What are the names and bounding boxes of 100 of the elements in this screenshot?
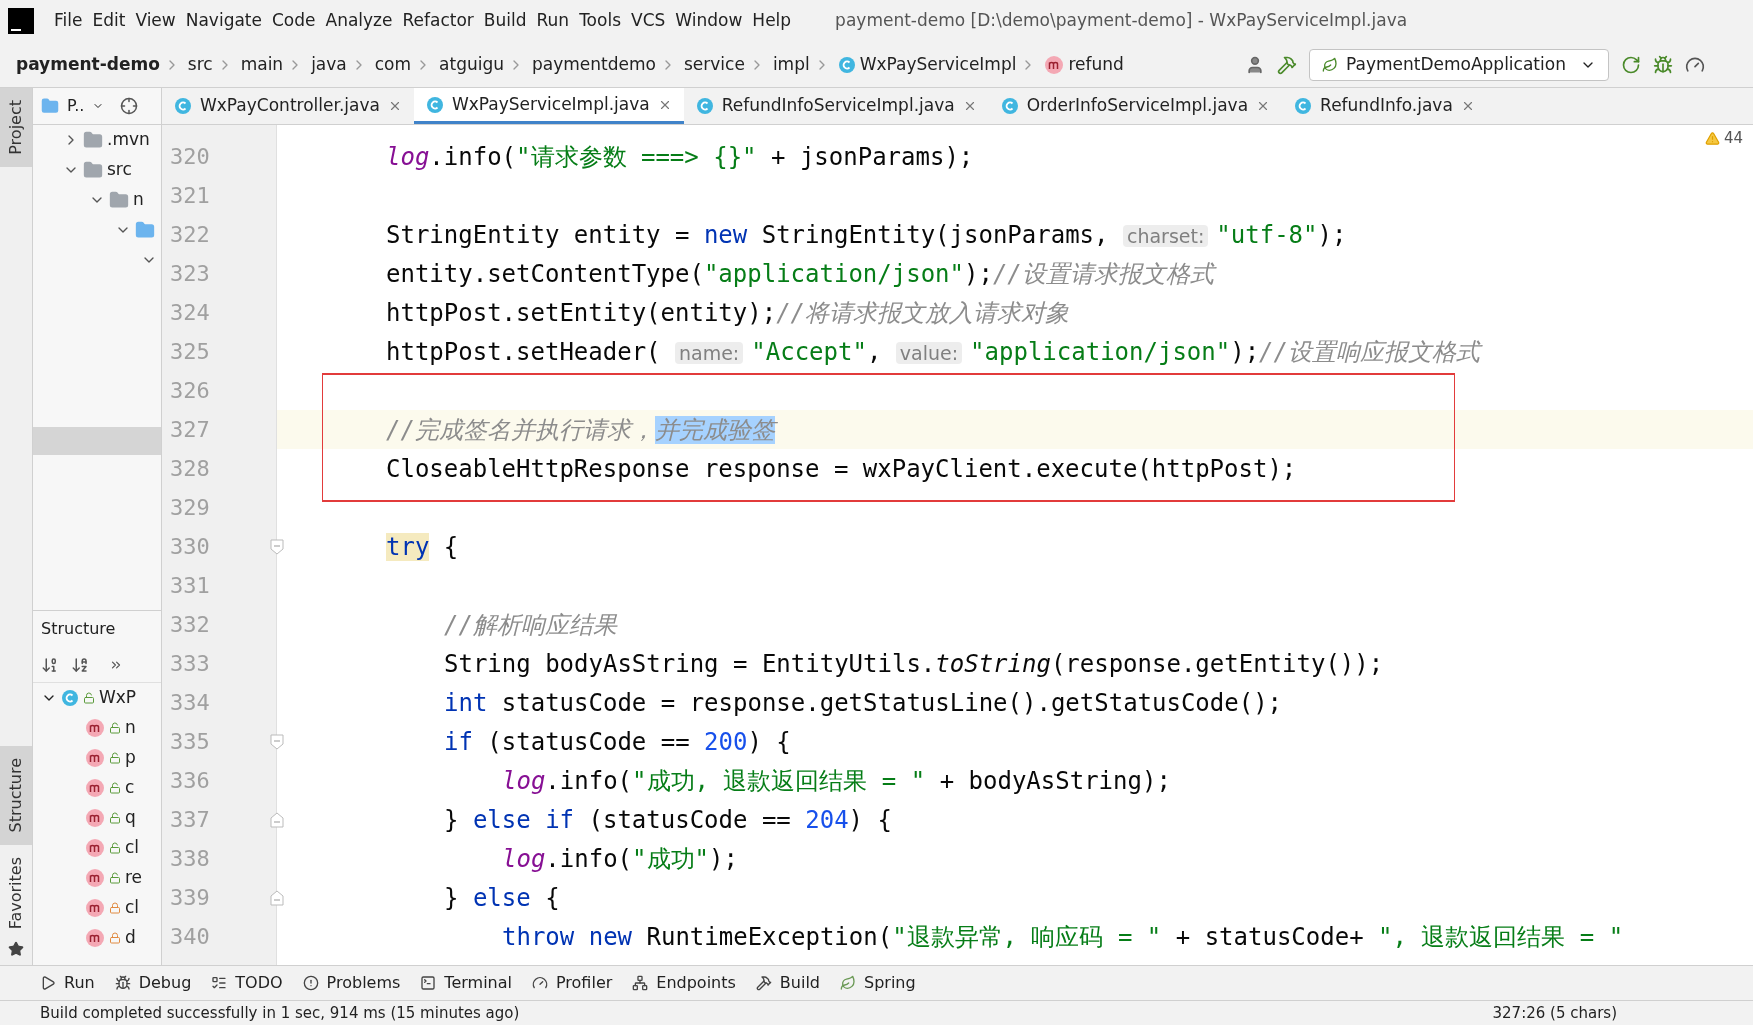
tree-item[interactable]: q [125,805,136,831]
side-tab[interactable]: Favorites [0,844,32,941]
line-number: 322 [170,221,210,249]
code-string: "application/json" [703,259,964,288]
class-icon [837,55,856,74]
menu-item[interactable]: Analyze [321,8,397,34]
breadcrumb-item[interactable]: atguigu [439,51,504,78]
menu-item[interactable]: VCS [627,8,670,34]
user-icon[interactable] [1245,54,1265,75]
menu-item[interactable]: Code [268,8,320,34]
menu-item[interactable]: View [131,8,180,34]
alert-icon [302,975,319,991]
breadcrumb-item[interactable]: impl [772,51,810,78]
code-string: "退款异常, 响应码 = " [892,922,1162,951]
tool-window-button[interactable]: Build [755,971,820,995]
sort-alpha-icon[interactable] [71,655,89,674]
menu-item[interactable]: File [50,8,87,34]
tool-window-button[interactable]: Problems [302,971,401,995]
menu-item[interactable]: Window [671,8,747,34]
menu-item[interactable]: Edit [88,8,130,34]
breadcrumb-item[interactable]: service [683,51,745,78]
tree-item[interactable]: cl [125,835,140,861]
breadcrumb-item[interactable]: paymentdemo [532,51,656,78]
tree-item[interactable]: WxP [99,685,137,711]
tool-window-button[interactable]: Run [40,971,95,995]
tree-item[interactable]: .mvn [107,127,150,153]
breadcrumb-item[interactable]: WxPayServiceImpl [859,51,1017,78]
side-tab[interactable]: Structure [0,746,32,845]
breadcrumb-item[interactable]: payment-demo [16,51,160,78]
menu-item[interactable]: Run [532,8,574,34]
warning-count[interactable]: 44 [1723,127,1743,150]
code-text: ) { [848,805,892,834]
tool-window-button[interactable]: Spring [840,971,916,995]
tool-window-button[interactable]: TODO [211,971,283,995]
warning-icon[interactable] [1704,130,1720,146]
code-text: (response.getEntity()); [1050,649,1384,678]
editor-tab[interactable]: OrderInfoServiceImpl.java [988,88,1283,124]
code-string: "application/json" [970,337,1231,366]
tool-window-button[interactable]: Profiler [531,971,613,995]
code-text: entity.setContentType( [386,259,704,288]
caret-position[interactable]: 327:26 (5 chars) [1492,1001,1617,1025]
code-text: } [444,805,460,834]
method-icon [85,928,105,948]
terminal-icon [420,975,437,991]
tree-item[interactable]: src [107,157,132,183]
code-field: log [386,142,430,171]
menu-item[interactable]: Help [748,8,796,34]
tree-item[interactable]: n [125,715,136,741]
editor-tab[interactable]: RefundInfo.java [1282,88,1487,124]
editor-tab[interactable]: WxPayController.java [162,88,414,124]
folder-icon [135,220,155,240]
method-icon [85,838,105,858]
editor-tab[interactable]: RefundInfoServiceImpl.java [683,88,989,124]
window-title: payment-demo [D:\demo\payment-demo] - WxPayServiceImpl.java [835,9,1408,33]
method-icon [1044,54,1065,75]
class-icon [1294,97,1313,115]
tree-item[interactable]: cl [125,895,140,921]
code-text: CloseableHttpResponse response = wxPayClient.execute(httpPost); [386,454,1297,483]
line-number: 326 [170,377,210,405]
tree-item[interactable]: d [125,925,136,951]
tree-item[interactable]: p [125,745,136,771]
code-keyword: else [472,883,531,912]
code-string: "成功, 退款返回结果 = " [632,766,926,795]
breadcrumb-item[interactable]: com [374,51,412,78]
tool-window-button[interactable]: Debug [114,971,192,995]
line-number: 323 [170,260,210,288]
tool-window-button[interactable]: Endpoints [632,971,736,995]
hammer-icon[interactable] [1277,54,1297,75]
code-text: (statusCode == [587,805,792,834]
sort-icon[interactable] [41,655,59,674]
breadcrumb-item[interactable]: java [311,51,347,78]
panel-title: Structure [41,618,116,640]
tree-item[interactable]: re [125,865,143,891]
menu-item[interactable]: Build [479,8,531,34]
folder-icon [83,160,103,180]
side-tab[interactable]: Project [0,88,32,167]
menu-item[interactable]: Tools [575,8,625,34]
tree-item[interactable]: c [125,775,135,801]
tree-item[interactable]: n [133,187,144,213]
rerun-icon[interactable] [1621,54,1641,75]
menu-item[interactable]: Refactor [398,8,478,34]
breadcrumb-item[interactable]: main [240,51,284,78]
code-text: .info( [545,766,633,795]
code-keyword: new [703,220,748,249]
code-number: 204 [805,805,849,834]
run-config-dropdown[interactable]: PaymentDemoApplication [1309,48,1609,81]
code-string: "请求参数 ===> {}" [516,142,757,171]
menu-item[interactable]: Navigate [181,8,266,34]
editor-tab[interactable]: WxPayServiceImpl.java [413,88,684,124]
hammer-icon [755,975,772,991]
panel-title[interactable]: P.. [67,94,85,118]
code-comment: //解析响应结果 [444,610,617,639]
breadcrumb-item[interactable]: refund [1068,51,1124,78]
code-text: StringEntity(jsonParams, [760,220,1110,249]
class-icon [695,97,714,115]
bug-icon[interactable] [1653,54,1673,75]
tool-window-button[interactable]: Terminal [420,971,512,995]
locate-icon[interactable] [120,97,139,115]
breadcrumb-item[interactable]: src [187,51,213,78]
line-number: 324 [170,299,210,327]
